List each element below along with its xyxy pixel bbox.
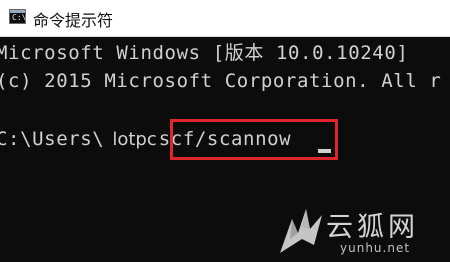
window-title: 命令提示符: [33, 11, 114, 30]
watermark-url: yunhu.net: [340, 241, 411, 255]
cmd-app-icon[interactable]: C:\: [9, 9, 26, 24]
console-line-copyright: (c) 2015 Microsoft Corporation. All r: [0, 70, 442, 92]
fox-logo-icon: [280, 209, 322, 253]
command-highlight-box: [170, 119, 338, 160]
icon-prompt-glyph: C:\: [12, 13, 27, 22]
watermark: 云狐网 yunhu.net: [276, 199, 448, 261]
window-titlebar[interactable]: C:\ 命令提示符: [0, 0, 450, 37]
prompt-user: lotpc: [112, 129, 157, 150]
prompt-path: C:\Users\: [0, 128, 105, 150]
console-line-version: Microsoft Windows [版本 10.0.10240]: [0, 42, 409, 64]
watermark-text: 云狐网: [326, 212, 419, 243]
